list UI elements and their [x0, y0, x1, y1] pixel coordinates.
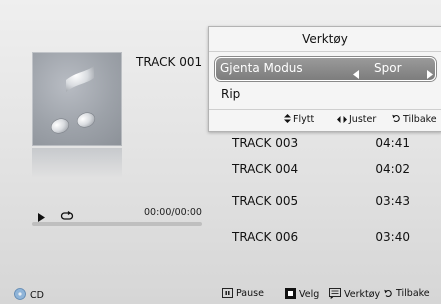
time-readout: 00:00/00:00	[144, 207, 202, 218]
hint-back: Tilbake	[392, 114, 437, 125]
disc-icon	[14, 288, 26, 300]
track-row[interactable]: TRACK 005 03:43	[230, 192, 430, 212]
repeat-mode-label: Gjenta Modus	[220, 61, 303, 75]
arrow-left-icon[interactable]	[353, 64, 359, 83]
album-art-reflection	[32, 148, 122, 178]
hint-adjust: Juster	[337, 114, 376, 125]
tools-label: Verktøy	[344, 289, 381, 300]
tools-popup: Verktøy Gjenta Modus Spor Rip Flytt Just…	[208, 26, 441, 132]
pause-key-icon	[222, 288, 233, 298]
hint-adjust-label: Juster	[349, 114, 377, 125]
tools-title: Verktøy	[302, 32, 348, 46]
tools-key-icon	[329, 288, 341, 300]
repeat-mode-value: Spor	[374, 61, 402, 75]
progress-bar[interactable]	[32, 222, 202, 226]
track-name: TRACK 003	[232, 136, 299, 150]
hint-move: Flytt	[284, 114, 314, 125]
track-name: TRACK 005	[232, 194, 299, 208]
track-row[interactable]: TRACK 006 03:40	[230, 228, 430, 248]
updown-arrow-icon	[284, 114, 291, 123]
leftright-arrow-icon	[337, 116, 347, 123]
repeat-mode-option[interactable]: Gjenta Modus Spor	[215, 57, 436, 81]
album-art	[32, 52, 122, 146]
select-button[interactable]: Velg	[285, 288, 319, 300]
tools-button[interactable]: Verktøy	[329, 288, 380, 300]
back-button[interactable]: Tilbake	[384, 288, 430, 299]
arrow-right-icon[interactable]	[427, 64, 433, 83]
pause-button[interactable]: Pause	[222, 288, 264, 299]
hint-back-label: Tilbake	[403, 114, 437, 125]
track-name: TRACK 006	[232, 230, 299, 244]
tools-footer: Flytt Juster Tilbake	[209, 109, 441, 131]
enter-key-icon	[285, 288, 296, 299]
track-name: TRACK 004	[232, 162, 299, 176]
hint-move-label: Flytt	[293, 114, 315, 125]
rip-option[interactable]: Rip	[221, 87, 240, 101]
music-note-icon	[50, 66, 96, 134]
source-indicator: CD	[13, 288, 44, 301]
back-label: Tilbake	[396, 288, 430, 299]
pause-label: Pause	[236, 288, 264, 299]
select-label: Velg	[299, 289, 320, 300]
return-icon	[392, 114, 400, 123]
return-icon	[384, 289, 392, 298]
bottom-bar: CD Pause Velg Verktøy Tilbake	[0, 283, 441, 304]
track-duration: 03:43	[375, 194, 410, 208]
track-duration: 04:02	[375, 162, 410, 176]
track-duration: 03:40	[375, 230, 410, 244]
track-row[interactable]: TRACK 004 04:02	[230, 160, 430, 180]
track-duration: 04:41	[375, 136, 410, 150]
tools-header: Verktøy	[209, 27, 441, 52]
track-row[interactable]: TRACK 003 04:41	[230, 134, 430, 154]
source-label: CD	[30, 290, 44, 301]
current-track-title: TRACK 001	[136, 55, 203, 69]
